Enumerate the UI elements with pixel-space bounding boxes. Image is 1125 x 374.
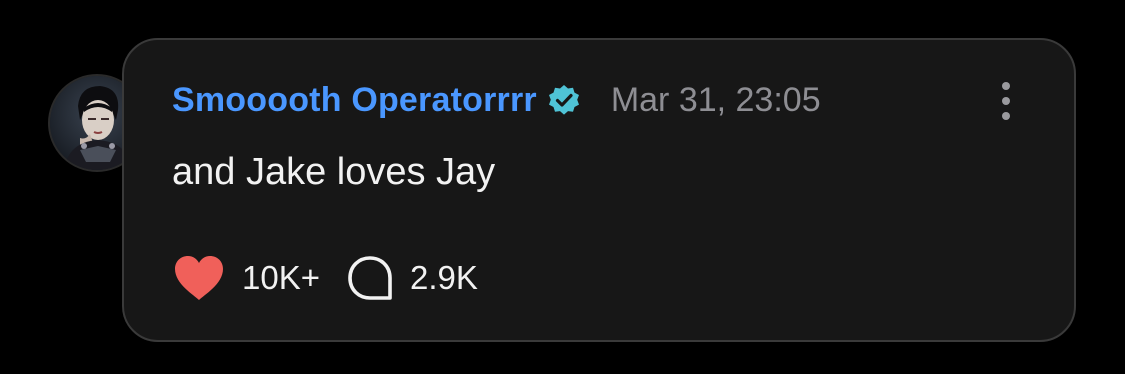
post-header: Smooooth Operatorrrr Mar 31, 23:05 [172,80,821,120]
author-name[interactable]: Smooooth Operatorrrr [172,81,537,120]
comment-bubble-icon [348,256,392,300]
dot [1002,82,1010,90]
like-button[interactable]: 10K+ [172,254,320,302]
dot [1002,97,1010,105]
comment-count: 2.9K [410,259,478,296]
heart-icon [175,256,223,300]
post-text: and Jake loves Jay [172,151,496,193]
post-actions: 10K+ 2.9K [172,252,478,304]
dot [1002,112,1010,120]
verified-badge-icon [548,85,579,115]
post-screenshot: Smooooth Operatorrrr Mar 31, 23:05 and J… [0,0,1125,374]
more-vertical-icon[interactable] [1002,82,1012,120]
post-timestamp: Mar 31, 23:05 [610,80,821,119]
like-count: 10K+ [242,259,320,296]
comment-button[interactable]: 2.9K [346,254,478,302]
post-card[interactable]: Smooooth Operatorrrr Mar 31, 23:05 and J… [122,38,1076,342]
